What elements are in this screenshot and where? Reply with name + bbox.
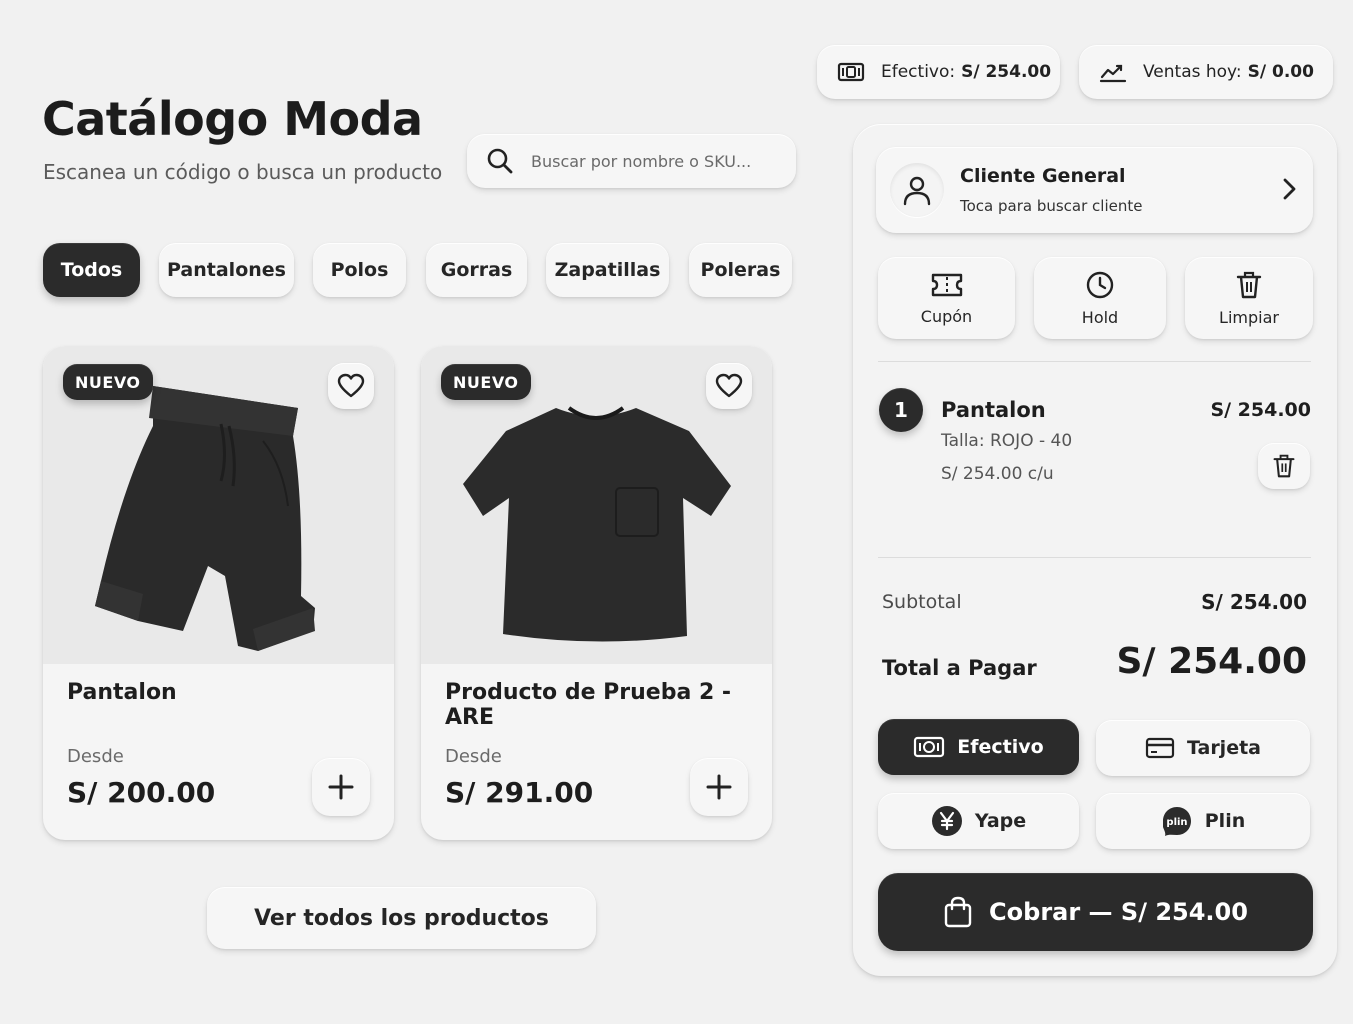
chevron-right-icon [1281,177,1297,201]
payment-cash-button[interactable]: Efectivo [878,719,1079,775]
cart-item-total: S/ 254.00 [1210,399,1311,421]
cart-item-unit-price: S/ 254.00 c/u [941,464,1054,484]
product-name: Producto de Prueba 2 - ARE [445,680,732,730]
divider [878,361,1311,362]
product-card[interactable]: NUEVO Producto de Prueba 2 - ARE Desde S… [421,346,772,840]
product-name: Pantalon [67,680,177,705]
client-hint: Toca para buscar cliente [960,197,1143,215]
favorite-button[interactable] [328,363,374,409]
product-image-shorts: NUEVO [43,346,394,664]
coupon-icon [930,271,964,299]
payment-yape-button[interactable]: Yape [878,793,1079,849]
cash-stat: Efectivo: S/ 254.00 [817,45,1060,99]
payment-plin-label: Plin [1204,810,1246,832]
sales-stat-value: S/ 0.00 [1247,62,1314,82]
heart-icon [715,373,743,399]
view-all-products-button[interactable]: Ver todos los productos [207,887,596,949]
cash-stat-value: S/ 254.00 [961,62,1052,82]
plus-icon [705,773,733,801]
clear-label: Limpiar [1219,307,1279,327]
page-subtitle: Escanea un código o busca un producto [43,160,443,184]
page-title: Catálogo Moda [42,92,423,146]
remove-item-button[interactable] [1258,443,1310,489]
category-chip-poleras[interactable]: Poleras [689,243,792,297]
hold-label: Hold [1081,307,1119,327]
heart-icon [337,373,365,399]
category-chip-gorras[interactable]: Gorras [426,243,527,297]
client-selector[interactable]: Cliente General Toca para buscar cliente [876,147,1313,233]
checkout-button[interactable]: Cobrar — S/ 254.00 [878,873,1313,951]
category-chip-polos[interactable]: Polos [313,243,406,297]
item-quantity-badge: 1 [879,388,923,432]
search-bar[interactable] [467,134,796,188]
favorite-button[interactable] [706,363,752,409]
coupon-label: Cupón [920,306,973,326]
payment-yape-label: Yape [974,810,1027,832]
payment-card-button[interactable]: Tarjeta [1096,720,1310,776]
svg-text:plin: plin [1166,817,1187,828]
category-chip-pantalones[interactable]: Pantalones [159,243,294,297]
product-price: S/ 291.00 [445,776,594,809]
subtotal-value: S/ 254.00 [1201,590,1307,614]
yape-icon [931,805,963,837]
sales-stat: Ventas hoy: S/ 0.00 [1079,45,1333,99]
add-to-cart-button[interactable] [690,758,748,816]
user-avatar-icon [890,163,944,217]
checkout-label: Cobrar — S/ 254.00 [989,898,1248,926]
divider [878,557,1311,558]
product-image-tshirt: NUEVO [421,346,772,664]
cash-icon [837,61,865,83]
payment-card-label: Tarjeta [1186,737,1261,759]
trash-icon [1235,270,1263,300]
category-chip-zapatillas[interactable]: Zapatillas [546,243,669,297]
plus-icon [327,773,355,801]
payment-cash-label: Efectivo [957,736,1044,758]
hold-button[interactable]: Hold [1034,257,1166,339]
cash-icon [913,735,945,759]
product-from-label: Desde [445,746,502,767]
product-from-label: Desde [67,746,124,767]
card-icon [1145,736,1175,760]
product-price: S/ 200.00 [67,776,216,809]
search-input[interactable] [531,151,781,171]
client-name: Cliente General [960,165,1126,187]
coupon-button[interactable]: Cupón [878,257,1015,339]
cart-item-variant: Talla: ROJO - 40 [941,431,1073,451]
total-label: Total a Pagar [882,656,1037,680]
category-chip-todos[interactable]: Todos [43,243,140,297]
plin-icon: plin [1161,805,1193,837]
cash-stat-label: Efectivo: [881,62,956,82]
trash-icon [1272,453,1296,479]
cart-item-name: Pantalon [941,398,1046,422]
clear-cart-button[interactable]: Limpiar [1185,257,1313,339]
shopping-bag-icon [943,896,973,928]
payment-plin-button[interactable]: plin Plin [1096,793,1310,849]
sales-stat-label: Ventas hoy: [1143,62,1242,82]
new-badge: NUEVO [63,364,153,400]
product-card[interactable]: NUEVO Pantalon Desde S/ 200.00 [43,346,394,840]
new-badge: NUEVO [441,364,531,400]
subtotal-label: Subtotal [882,591,962,613]
total-value: S/ 254.00 [1116,641,1307,682]
add-to-cart-button[interactable] [312,758,370,816]
trend-chart-icon [1099,61,1127,83]
clock-icon [1085,270,1115,300]
search-icon [485,146,515,176]
